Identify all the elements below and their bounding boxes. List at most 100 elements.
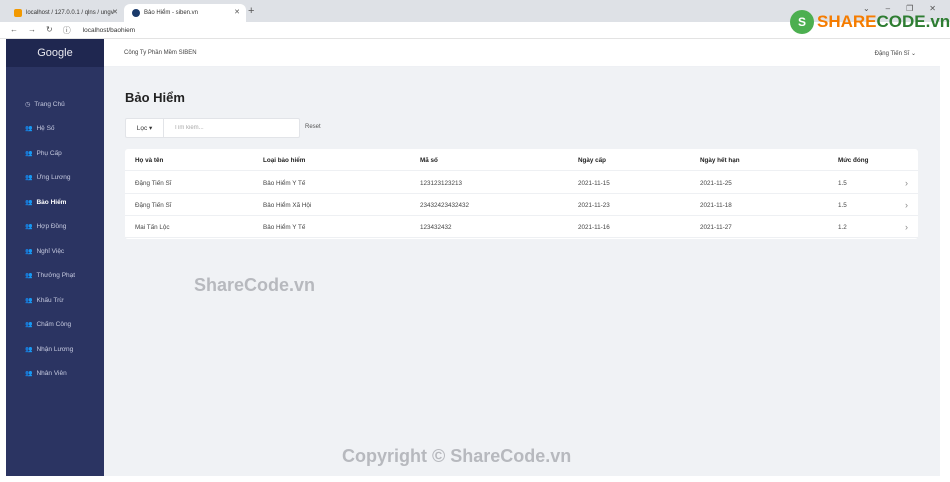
- sidebar-item-label: Nhận Lương: [36, 345, 74, 353]
- tab-title: Bảo Hiểm - siben.vn: [144, 10, 199, 16]
- users-icon: 👥: [25, 273, 33, 280]
- sidebar-item[interactable]: 👥 Hợp Đồng: [6, 215, 104, 240]
- filter-bar: Lọc ▾: [125, 118, 300, 138]
- new-tab-icon[interactable]: +: [248, 5, 254, 17]
- close-icon[interactable]: ✕: [112, 8, 118, 16]
- table-cell: Bảo Hiểm Y Tế: [263, 180, 306, 187]
- sidebar-item[interactable]: 👥 Phụ Cấp: [6, 141, 104, 166]
- sidebar-item-label: Thưởng Phạt: [36, 272, 76, 280]
- sidebar-item[interactable]: 👥 Hệ Số: [6, 117, 104, 142]
- table-cell: Bảo Hiểm Xã Hội: [263, 202, 312, 209]
- users-icon: 👥: [25, 248, 33, 255]
- search-input[interactable]: [164, 125, 294, 131]
- phpmyadmin-favicon-icon: [14, 9, 22, 17]
- table-cell: 2021-11-15: [578, 180, 610, 187]
- table-cell: 2021-11-25: [700, 180, 732, 187]
- table-row[interactable]: Mai Tấn Lộc Bảo Hiểm Y Tế 123432432 2021-11…: [125, 216, 918, 238]
- table-cell: 123432432: [420, 224, 452, 231]
- column-header[interactable]: Họ và tên: [135, 157, 163, 164]
- table-cell: 2021-11-18: [700, 202, 732, 209]
- browser-tab-baohiem[interactable]: Bảo Hiểm - siben.vn ✕: [124, 4, 246, 22]
- users-icon: 👥: [25, 224, 33, 231]
- table-row[interactable]: Đặng Tiến Sĩ Bảo Hiểm Xã Hội 2343242343243…: [125, 194, 918, 216]
- copyright-watermark: Copyright © ShareCode.vn: [342, 446, 572, 466]
- sidebar-item-label: Ứng Lương: [36, 174, 71, 182]
- users-icon: 👥: [25, 175, 33, 182]
- user-menu[interactable]: Đặng Tiến Sĩ ⌄: [875, 50, 916, 57]
- users-icon: 👥: [25, 150, 33, 157]
- sidebar-item-label: Chấm Công: [36, 321, 72, 329]
- sidebar-item-label: Khấu Trừ: [36, 296, 64, 304]
- table-cell: Bảo Hiểm Y Tế: [263, 224, 306, 231]
- filter-dropdown-button[interactable]: Lọc ▾: [126, 119, 164, 137]
- page-title: Bảo Hiểm: [125, 90, 185, 105]
- sidebar-item[interactable]: 👥 Bảo Hiểm: [6, 190, 104, 215]
- column-header[interactable]: Loại bảo hiểm: [263, 157, 305, 164]
- url-field[interactable]: localhost/baohiem: [83, 27, 135, 34]
- sharecode-logo-icon: S: [790, 10, 814, 34]
- sidebar-item[interactable]: 👥 Nghỉ Việc: [6, 239, 104, 264]
- dashboard-icon: ◷: [25, 101, 31, 108]
- sidebar-item-label: Nhân Viên: [36, 370, 67, 378]
- chevron-right-icon[interactable]: ›: [905, 222, 908, 232]
- tab-title: localhost / 127.0.0.1 / qlns / ungv: [26, 10, 114, 16]
- column-header[interactable]: Ngày cấp: [578, 157, 606, 164]
- sidebar-item-label: Trang Chủ: [34, 100, 65, 108]
- chevron-right-icon[interactable]: ›: [905, 178, 908, 188]
- users-icon: 👥: [25, 199, 33, 206]
- main-content: Bảo Hiểm Lọc ▾ Reset Họ và tên Loại bảo h…: [104, 67, 940, 476]
- filter-label: Lọc: [136, 124, 148, 132]
- browser-tab-phpmyadmin[interactable]: localhost / 127.0.0.1 / qlns / ungv ✕: [6, 4, 124, 22]
- column-header[interactable]: Mã số: [420, 157, 438, 164]
- sidebar-item-label: Nghỉ Việc: [36, 247, 65, 255]
- sidebar: Google ◷ Trang Chủ 👥 Hệ Số 👥 Phụ Cấp 👥 Ứng Lươn…: [6, 39, 104, 476]
- sidebar-item[interactable]: 👥 Chấm Công: [6, 313, 104, 338]
- reload-icon[interactable]: ↻: [46, 25, 53, 36]
- users-icon: 👥: [25, 297, 33, 304]
- back-icon[interactable]: ←: [10, 25, 18, 36]
- logo-text-share: SHARE: [817, 12, 877, 31]
- sidebar-item[interactable]: ◷ Trang Chủ: [6, 92, 104, 117]
- sidebar-item-label: Bảo Hiểm: [36, 198, 67, 206]
- site-favicon-icon: [132, 9, 140, 17]
- sidebar-menu: ◷ Trang Chủ 👥 Hệ Số 👥 Phụ Cấp 👥 Ứng Lương 👥 Bảo H…: [6, 92, 104, 386]
- chevron-down-icon: ⌄: [910, 51, 916, 57]
- table-row[interactable]: Đặng Tiến Sĩ Bảo Hiểm Y Tế 123123123213 202…: [125, 172, 918, 194]
- table-cell: 2021-11-16: [578, 224, 610, 231]
- table-cell: 123123123213: [420, 180, 463, 187]
- sidebar-item[interactable]: 👥 Nhận Lương: [6, 337, 104, 362]
- reset-button[interactable]: Reset: [305, 124, 321, 130]
- sidebar-item-label: Hệ Số: [36, 125, 55, 133]
- table-cell: Đặng Tiến Sĩ: [135, 180, 172, 187]
- sidebar-item-label: Hợp Đồng: [36, 223, 67, 231]
- table-cell: 2021-11-27: [700, 224, 732, 231]
- top-bar: Công Ty Phần Mềm SIBEN Đặng Tiến Sĩ ⌄: [104, 39, 940, 67]
- insurance-table: Họ và tên Loại bảo hiểm Mã số Ngày cấp Ngày …: [125, 149, 918, 239]
- table-cell: 1.5: [838, 202, 847, 209]
- chevron-right-icon[interactable]: ›: [905, 200, 908, 210]
- column-header[interactable]: Mức đóng: [838, 157, 868, 164]
- column-header[interactable]: Ngày hết hạn: [700, 157, 740, 164]
- users-icon: 👥: [25, 126, 33, 133]
- sharecode-logo: S SHARECODE.vn: [790, 10, 950, 34]
- sidebar-item[interactable]: 👥 Ứng Lương: [6, 166, 104, 191]
- sidebar-item-label: Phụ Cấp: [36, 149, 62, 157]
- sidebar-item[interactable]: 👥 Nhân Viên: [6, 362, 104, 387]
- table-cell: Mai Tấn Lộc: [135, 224, 170, 231]
- users-icon: 👥: [25, 371, 33, 378]
- watermark-text: ShareCode.vn: [194, 275, 316, 295]
- company-name: Công Ty Phần Mềm SIBEN: [124, 50, 197, 56]
- table-cell: 1.5: [838, 180, 847, 187]
- forward-icon[interactable]: →: [28, 25, 36, 36]
- info-icon[interactable]: ⓘ: [63, 25, 71, 36]
- table-cell: 2021-11-23: [578, 202, 610, 209]
- caret-down-icon: ▾: [149, 125, 153, 132]
- sidebar-item[interactable]: 👥 Thưởng Phạt: [6, 264, 104, 289]
- table-header-row: Họ và tên Loại bảo hiểm Mã số Ngày cấp Ngày …: [125, 149, 918, 171]
- table-cell: Đặng Tiến Sĩ: [135, 202, 172, 209]
- brand-logo[interactable]: Google: [6, 39, 104, 67]
- sidebar-item[interactable]: 👥 Khấu Trừ: [6, 288, 104, 313]
- close-icon[interactable]: ✕: [234, 8, 240, 16]
- table-cell: 1.2: [838, 224, 847, 231]
- users-icon: 👥: [25, 346, 33, 353]
